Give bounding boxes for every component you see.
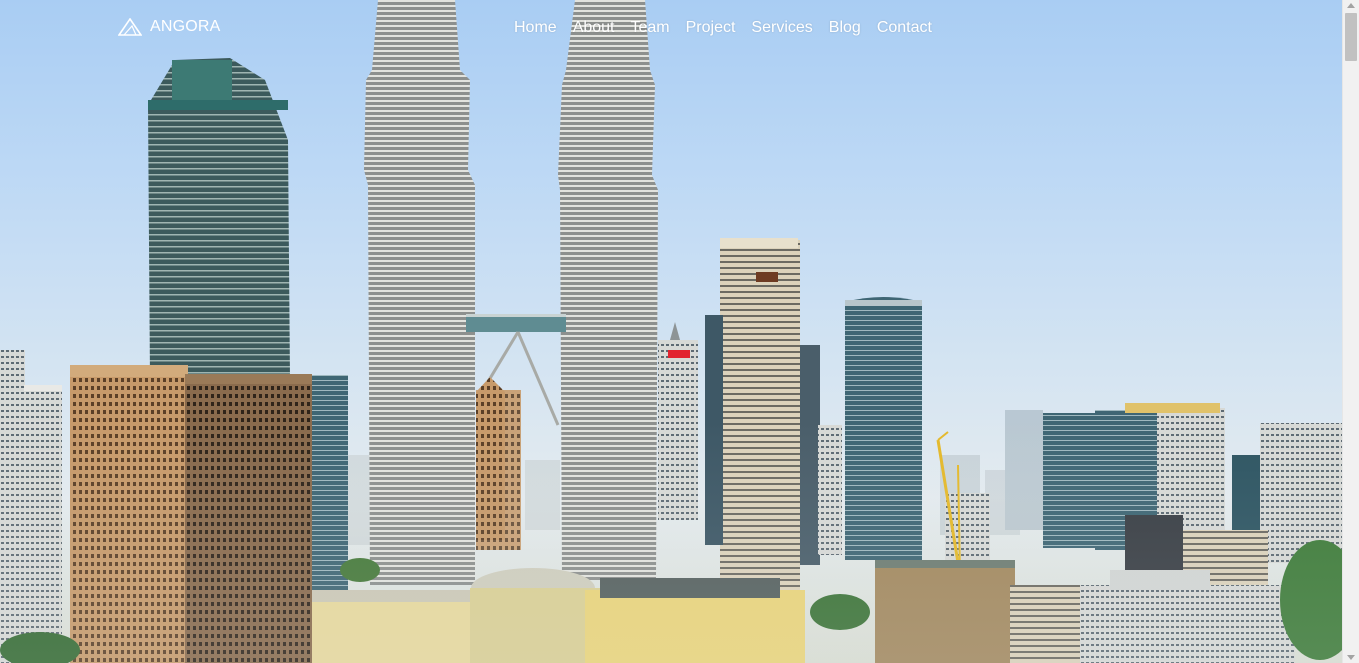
page: ANGORA Home About Team Project Services — [0, 0, 1359, 663]
scrollbar-thumb[interactable] — [1345, 13, 1357, 61]
scroll-down-arrow-icon[interactable] — [1347, 655, 1355, 660]
nav-item-blog: Blog — [829, 19, 861, 37]
brand-name: ANGORA — [150, 18, 221, 35]
nav-item-project: Project — [686, 19, 736, 37]
nav-item-about: About — [573, 19, 615, 37]
nav-item-team: Team — [631, 19, 670, 37]
brand-link[interactable]: ANGORA — [117, 17, 221, 36]
nav-link-services[interactable]: Services — [751, 19, 812, 36]
nav-link-blog[interactable]: Blog — [829, 19, 861, 36]
city-skyline-image — [0, 0, 1342, 663]
navbar: ANGORA Home About Team Project Services — [0, 0, 1342, 60]
nav-item-services: Services — [751, 19, 812, 37]
nav-link-about[interactable]: About — [573, 19, 615, 36]
nav-item-home: Home — [514, 19, 557, 37]
main-nav: Home About Team Project Services Blog Co… — [514, 19, 948, 37]
nav-link-home[interactable]: Home — [514, 19, 557, 36]
triangle-logo-icon — [117, 17, 143, 36]
nav-link-team[interactable]: Team — [631, 19, 670, 36]
nav-link-project[interactable]: Project — [686, 19, 736, 36]
nav-link-contact[interactable]: Contact — [877, 19, 932, 36]
scroll-up-arrow-icon[interactable] — [1347, 3, 1355, 8]
vertical-scrollbar[interactable] — [1342, 0, 1359, 663]
hero-section: ANGORA Home About Team Project Services — [0, 0, 1342, 663]
nav-item-contact: Contact — [877, 19, 932, 37]
